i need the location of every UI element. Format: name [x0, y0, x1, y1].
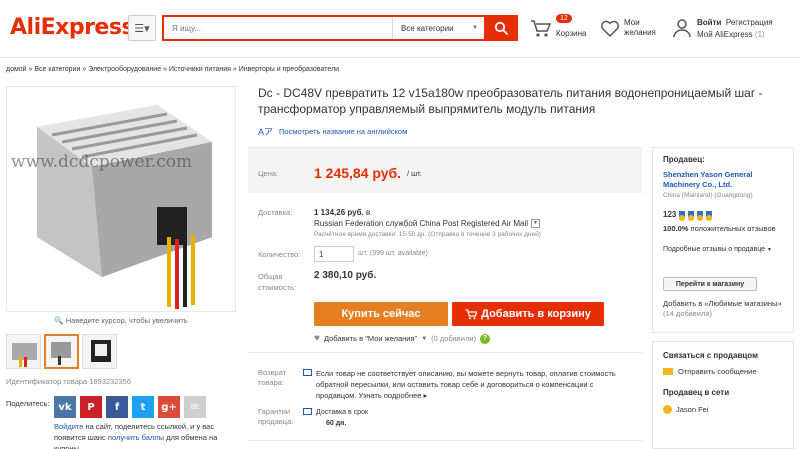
product-main-image[interactable]: www.dcdcpower.com [6, 86, 236, 312]
thumbnail[interactable] [6, 334, 41, 369]
divider [248, 440, 642, 441]
shipping-price: 1 134,26 руб. в [314, 208, 371, 217]
medal-icon [688, 210, 695, 221]
return-label: Возврат товара: [258, 368, 287, 387]
quantity-label: Количество: [258, 250, 301, 259]
send-message-link[interactable]: Отправить сообщение [663, 367, 757, 376]
seller-online-contact[interactable]: Jason Fei [663, 405, 709, 414]
translate-title-link[interactable]: Aア Посмотреть название на английском [258, 125, 407, 138]
share-note: Войдите на сайт, поделитесь ссылкой, и у… [54, 422, 218, 449]
login-link[interactable]: Войти [697, 18, 721, 27]
total-price: 2 380,10 руб. [314, 270, 377, 281]
total-label: Общая стоимость: [258, 272, 296, 292]
add-to-wishlist[interactable]: ♥ Добавить в "Мои желания" ▼ (0 добавили… [314, 333, 491, 344]
wishlist-link[interactable]: Мои желания [600, 14, 662, 44]
pinterest-icon[interactable]: P [80, 396, 102, 418]
buy-now-button[interactable]: Купить сейчас [314, 302, 448, 326]
help-icon[interactable]: ? [480, 333, 491, 344]
account-area: Войти Регистрация Мой AliExpress (1) [672, 14, 797, 44]
wishlist-label: Мои желания [624, 18, 656, 37]
go-to-store-button[interactable]: Перейти к магазину [663, 277, 757, 291]
seller-name-link[interactable]: Shenzhen Yason General Machinery Co., Lt… [663, 170, 783, 190]
hamburger-icon: ☰▾ [134, 22, 150, 35]
guarantee-label: Гарантии продавца: [258, 407, 294, 426]
chevron-down-icon: ▼ [531, 219, 541, 228]
medal-icon [679, 210, 686, 221]
seller-online-title: Продавец в сети [663, 388, 730, 397]
user-icon [673, 19, 691, 38]
register-link[interactable]: Регистрация [726, 18, 773, 27]
delivery-guarantee: Доставка в срок 60 дн. [316, 409, 369, 427]
login-share-link[interactable]: Войдите [54, 422, 83, 431]
price-value: 1 245,84 руб. [314, 165, 402, 181]
truck-icon [303, 408, 312, 415]
seller-location: China (Mainland) (Guangdong) [663, 192, 753, 199]
return-icon [303, 369, 312, 376]
price-label: Цена: [258, 169, 279, 178]
price-box: Цена: 1 245,84 руб. / шт. [248, 147, 642, 193]
return-more-link[interactable]: Узнать подробнее ▸ [359, 391, 428, 400]
seller-score: 123 [663, 210, 713, 221]
shipping-method-select[interactable]: Russian Federation службой China Post Re… [314, 219, 541, 228]
online-status-icon [663, 405, 672, 414]
translate-icon: Aア [258, 127, 274, 137]
quantity-available: шт. (999 шт. available) [358, 250, 428, 257]
chevron-down-icon: ▼ [421, 335, 428, 342]
product-title: Dc - DC48V превратить 12 v15a180w преобр… [258, 86, 763, 116]
contact-seller-panel: Связаться с продавцом Отправить сообщени… [652, 341, 794, 449]
envelope-icon [663, 368, 673, 375]
add-favorite-store[interactable]: Добавить в «Любимые магазины» (14 добави… [663, 299, 788, 319]
quantity-input[interactable] [314, 246, 354, 262]
my-aliexpress-link[interactable]: Мой AliExpress (1) [697, 30, 765, 39]
heart-icon: ♥ [314, 333, 320, 344]
twitter-icon[interactable]: t [132, 396, 154, 418]
email-icon[interactable]: ✉ [184, 396, 206, 418]
heart-icon [601, 20, 619, 38]
search-input[interactable] [164, 17, 392, 39]
category-menu-button[interactable]: ☰▾ [128, 15, 156, 41]
cart-count-badge: 12 [556, 14, 572, 23]
cart-label: Корзина [556, 29, 587, 38]
get-points-link[interactable]: получить баллы [108, 433, 164, 442]
shipping-label: Доставка: [258, 208, 293, 217]
cart-link[interactable]: 12 Корзина [528, 14, 590, 44]
return-policy-text: Если товар не соответствует описанию, вы… [316, 369, 616, 400]
search-button[interactable] [484, 15, 518, 41]
share-label: Поделитесь: [6, 399, 50, 408]
search-category-label: Все категории [401, 23, 454, 33]
breadcrumb[interactable]: домой » Все категории » Электрооборудова… [6, 66, 339, 73]
svg-text:www.dcdcpower.com: www.dcdcpower.com [11, 152, 192, 172]
seller-positive-feedback: 100.0% положительных отзывов [663, 224, 776, 233]
aliexpress-logo[interactable]: AliExpress™ [10, 15, 139, 40]
seller-title: Продавец: [663, 155, 705, 164]
medal-icon [706, 210, 713, 221]
cart-icon [465, 308, 478, 319]
add-to-cart-button[interactable]: Добавить в корзину [452, 302, 604, 326]
thumbnail-strip [6, 334, 117, 369]
cart-icon [531, 20, 552, 37]
site-header: AliExpress™ ☰▾ Все категории ▼ 12 Корзин… [0, 0, 800, 58]
price-unit: / шт. [407, 169, 422, 178]
shipping-time: Расчётное время доставки: 15-50 дн. (Отп… [314, 231, 541, 238]
product-id: Идентификатор товара 1893232356 [6, 377, 132, 386]
search-icon [494, 21, 508, 35]
thumbnail-active[interactable] [44, 334, 79, 369]
contact-seller-title: Связаться с продавцом [663, 351, 758, 360]
facebook-icon[interactable]: f [106, 396, 128, 418]
search-category-select[interactable]: Все категории ▼ [392, 17, 484, 39]
medal-icon [697, 210, 704, 221]
thumbnail[interactable] [82, 334, 117, 369]
zoom-hint: 🔍 Наведите курсор, чтобы увеличить [54, 316, 188, 325]
seller-panel: Продавец: Shenzhen Yason General Machine… [652, 147, 794, 333]
chevron-down-icon: ▼ [472, 25, 478, 31]
product-photo: www.dcdcpower.com [11, 105, 212, 309]
googleplus-icon[interactable]: g+ [158, 396, 180, 418]
vk-icon[interactable]: vk [54, 396, 76, 418]
divider [248, 352, 642, 353]
share-icons: vk P f t g+ ✉ [54, 396, 206, 418]
search-bar: Все категории ▼ [162, 15, 484, 41]
seller-reviews-link[interactable]: Подробные отзывы о продавце ▼ [663, 246, 772, 253]
